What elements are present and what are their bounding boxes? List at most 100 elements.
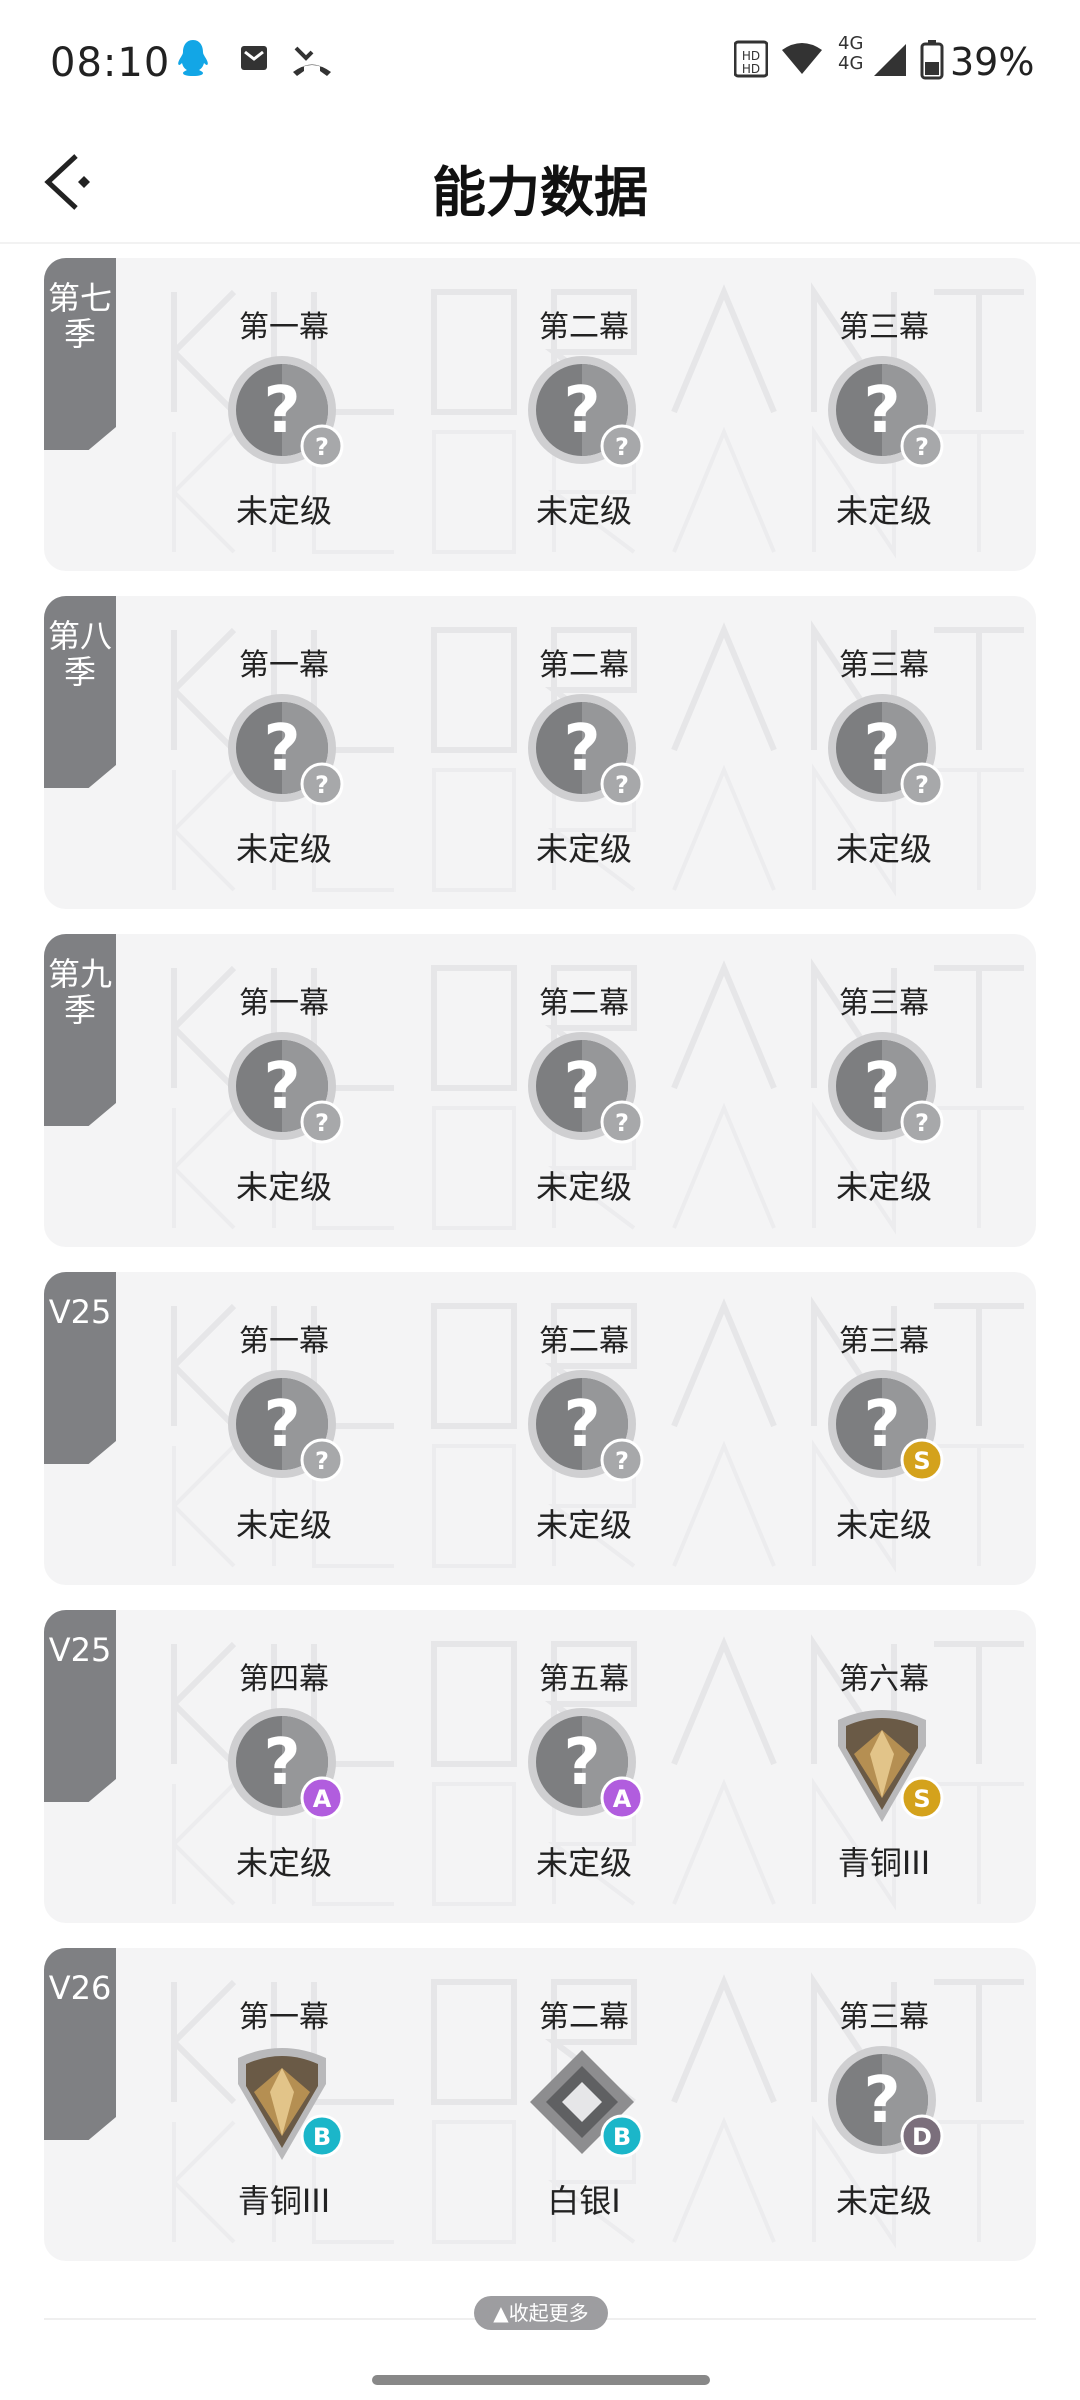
svg-text:?: ? xyxy=(915,1109,929,1137)
act-rank: 未定级 xyxy=(535,830,632,868)
act-rank: 未定级 xyxy=(835,1506,932,1544)
svg-text:?: ? xyxy=(615,771,629,799)
svg-text:A: A xyxy=(313,1785,332,1813)
act-slot[interactable]: 第二幕 ? ? 未定级 xyxy=(474,302,694,562)
page-title: 能力数据 xyxy=(432,161,648,224)
act-title: 第三幕 xyxy=(839,1324,929,1359)
act-slot[interactable]: 第六幕 S 青铜III xyxy=(774,1654,994,1914)
act-rank: 未定级 xyxy=(535,492,632,530)
act-rank: 未定级 xyxy=(835,1168,932,1206)
unranked-rank-icon: ? ? xyxy=(824,692,944,812)
act-title: 第三幕 xyxy=(839,648,929,683)
svg-text:?: ? xyxy=(863,2064,900,2138)
act-slot[interactable]: 第一幕 ? ? 未定级 xyxy=(174,978,394,1238)
season-card: 第八季 第一幕 ? ? 未定级 第二幕 ? ? 未定级 第三幕 ? ? 未定级 xyxy=(44,596,1036,909)
svg-text:?: ? xyxy=(263,374,300,448)
svg-text:?: ? xyxy=(615,1447,629,1475)
svg-text:?: ? xyxy=(615,433,629,461)
qq-icon xyxy=(178,40,208,76)
svg-text:S: S xyxy=(913,1785,930,1813)
season-card: V25 第四幕 ? A 未定级 第五幕 ? A 未定级 第六幕 S 青铜III xyxy=(44,1610,1036,1923)
svg-text:?: ? xyxy=(315,1447,329,1475)
act-title: 第一幕 xyxy=(239,1324,329,1359)
act-slot[interactable]: 第三幕 ? ? 未定级 xyxy=(774,640,994,900)
svg-text:?: ? xyxy=(563,374,600,448)
act-slot[interactable]: 第一幕 ? ? 未定级 xyxy=(174,302,394,562)
svg-text:?: ? xyxy=(263,1050,300,1124)
season-tag: 第八季 xyxy=(44,596,116,788)
act-rank: 未定级 xyxy=(535,1844,632,1882)
svg-text:B: B xyxy=(613,2123,631,2151)
act-rank: 未定级 xyxy=(235,1506,332,1544)
act-title: 第一幕 xyxy=(239,310,329,345)
mail-icon xyxy=(241,46,267,70)
act-rank: 白银I xyxy=(547,2182,621,2220)
header: 能力数据 xyxy=(0,120,1080,244)
svg-text:?: ? xyxy=(563,1388,600,1462)
act-slot[interactable]: 第五幕 ? A 未定级 xyxy=(474,1654,694,1914)
season-tag-label: V25 xyxy=(48,1631,112,1669)
act-slot[interactable]: 第三幕 ? S 未定级 xyxy=(774,1316,994,1576)
triangle-up-icon: ▲ xyxy=(493,2301,509,2325)
season-tag: V26 xyxy=(44,1948,116,2140)
unranked-rank-icon: ? ? xyxy=(524,1368,644,1488)
act-slot[interactable]: 第一幕 ? ? 未定级 xyxy=(174,640,394,900)
svg-text:?: ? xyxy=(915,771,929,799)
unranked-rank-icon: ? ? xyxy=(824,354,944,474)
act-title: 第六幕 xyxy=(839,1662,929,1697)
unranked-rank-icon: ? ? xyxy=(824,1030,944,1150)
act-rank: 未定级 xyxy=(235,1168,332,1206)
act-title: 第一幕 xyxy=(239,986,329,1021)
act-slot[interactable]: 第三幕 ? ? 未定级 xyxy=(774,302,994,562)
bronze-rank-icon: S xyxy=(824,1706,944,1826)
svg-text:?: ? xyxy=(263,1726,300,1800)
act-title: 第二幕 xyxy=(539,1324,629,1359)
act-slot[interactable]: 第二幕 ? ? 未定级 xyxy=(474,978,694,1238)
act-slot[interactable]: 第三幕 ? D 未定级 xyxy=(774,1992,994,2252)
season-card: 第七季 第一幕 ? ? 未定级 第二幕 ? ? 未定级 第三幕 ? ? 未定级 xyxy=(44,258,1036,571)
svg-text:S: S xyxy=(913,1447,930,1475)
unranked-rank-icon: ? ? xyxy=(224,692,344,812)
act-rank: 未定级 xyxy=(535,1506,632,1544)
season-tag-label: V25 xyxy=(48,1293,112,1331)
act-slot[interactable]: 第三幕 ? ? 未定级 xyxy=(774,978,994,1238)
act-rank: 未定级 xyxy=(235,1844,332,1882)
svg-text:?: ? xyxy=(863,1050,900,1124)
home-indicator[interactable] xyxy=(372,2375,710,2385)
act-slot[interactable]: 第一幕 B 青铜III xyxy=(174,1992,394,2252)
act-slot[interactable]: 第二幕 B 白银I xyxy=(474,1992,694,2252)
svg-text:?: ? xyxy=(315,433,329,461)
silver-rank-icon: B xyxy=(524,2044,644,2164)
act-slot[interactable]: 第二幕 ? ? 未定级 xyxy=(474,1316,694,1576)
act-slot[interactable]: 第二幕 ? ? 未定级 xyxy=(474,640,694,900)
act-slot[interactable]: 第四幕 ? A 未定级 xyxy=(174,1654,394,1914)
svg-text:?: ? xyxy=(563,1726,600,1800)
season-tag: 第七季 xyxy=(44,258,116,450)
unranked-rank-icon: ? S xyxy=(824,1368,944,1488)
wifi-icon xyxy=(782,43,822,74)
season-tag: V25 xyxy=(44,1272,116,1464)
act-title: 第四幕 xyxy=(239,1662,329,1697)
status-bar: 08:10 HD HD 4G 4G 39% xyxy=(0,0,1080,120)
svg-text:?: ? xyxy=(263,1388,300,1462)
svg-text:?: ? xyxy=(863,374,900,448)
act-title: 第三幕 xyxy=(839,2000,929,2035)
svg-text:?: ? xyxy=(915,433,929,461)
battery-icon xyxy=(920,40,944,80)
unranked-rank-icon: ? ? xyxy=(524,692,644,812)
act-rank: 青铜III xyxy=(837,1844,931,1882)
act-title: 第二幕 xyxy=(539,310,629,345)
svg-text:HD: HD xyxy=(742,62,760,76)
season-card: 第九季 第一幕 ? ? 未定级 第二幕 ? ? 未定级 第三幕 ? ? 未定级 xyxy=(44,934,1036,1247)
act-rank: 未定级 xyxy=(235,492,332,530)
unranked-rank-icon: ? A xyxy=(224,1706,344,1826)
missed-call-icon xyxy=(293,46,331,76)
svg-text:?: ? xyxy=(263,712,300,786)
act-rank: 青铜III xyxy=(237,2182,331,2220)
act-title: 第三幕 xyxy=(839,986,929,1021)
collapse-more-button[interactable]: ▲收起更多 xyxy=(474,2296,608,2330)
hd-icon: HD HD xyxy=(734,40,768,78)
season-tag: 第九季 xyxy=(44,934,116,1126)
unranked-rank-icon: ? ? xyxy=(224,354,344,474)
act-slot[interactable]: 第一幕 ? ? 未定级 xyxy=(174,1316,394,1576)
